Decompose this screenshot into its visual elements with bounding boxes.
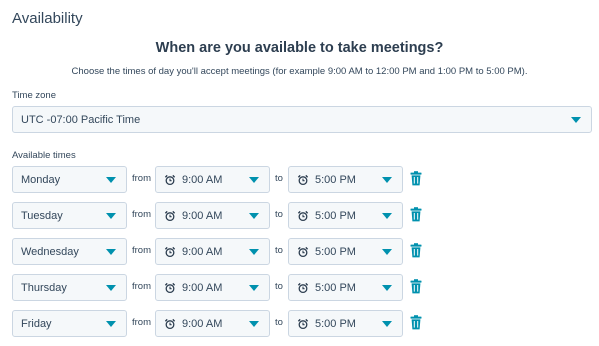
trash-icon[interactable] [410,243,422,258]
alarm-clock-icon [164,318,176,330]
timezone-value: UTC -07:00 Pacific Time [21,113,141,126]
alarm-clock-icon [297,318,309,330]
end-time-value: 5:00 PM [315,281,356,294]
start-time-select[interactable]: 9:00 AM [155,166,270,193]
available-times-label: Available times [12,150,76,161]
alarm-clock-icon [164,174,176,186]
chevron-down-icon [382,212,392,219]
availability-row: Monday from 9:00 AM to 5:00 PM [0,166,599,193]
chevron-down-icon [249,212,259,219]
day-value: Tuesday [21,209,63,222]
availability-row: Thursday from 9:00 AM to 5:00 PM [0,274,599,301]
day-value: Thursday [21,281,67,294]
day-select[interactable]: Friday [12,310,127,337]
chevron-down-icon [106,176,116,183]
day-select[interactable]: Wednesday [12,238,127,265]
section-title: Availability [12,10,83,27]
start-time-value: 9:00 AM [182,281,223,294]
alarm-clock-icon [164,246,176,258]
trash-icon[interactable] [410,171,422,186]
from-label: from [132,281,151,292]
page-subtext: Choose the times of day you'll accept me… [71,66,528,77]
start-time-value: 9:00 AM [182,209,223,222]
availability-row: Tuesday from 9:00 AM to 5:00 PM [0,202,599,229]
from-label: from [132,317,151,328]
trash-icon[interactable] [410,279,422,294]
timezone-label: Time zone [12,90,56,101]
start-time-select[interactable]: 9:00 AM [155,310,270,337]
to-label: to [275,245,283,256]
end-time-select[interactable]: 5:00 PM [288,310,403,337]
day-select[interactable]: Tuesday [12,202,127,229]
to-label: to [275,281,283,292]
chevron-down-icon [571,116,581,123]
to-label: to [275,209,283,220]
timezone-select[interactable]: UTC -07:00 Pacific Time [12,106,592,133]
availability-row: Friday from 9:00 AM to 5:00 PM [0,310,599,337]
day-value: Wednesday [21,245,79,258]
availability-row: Wednesday from 9:00 AM to 5:00 PM [0,238,599,265]
day-select[interactable]: Monday [12,166,127,193]
to-label: to [275,317,283,328]
chevron-down-icon [382,248,392,255]
from-label: from [132,209,151,220]
chevron-down-icon [106,284,116,291]
chevron-down-icon [106,248,116,255]
end-time-value: 5:00 PM [315,173,356,186]
trash-icon[interactable] [410,315,422,330]
trash-icon[interactable] [410,207,422,222]
end-time-value: 5:00 PM [315,209,356,222]
end-time-value: 5:00 PM [315,245,356,258]
start-time-select[interactable]: 9:00 AM [155,238,270,265]
end-time-select[interactable]: 5:00 PM [288,202,403,229]
from-label: from [132,173,151,184]
alarm-clock-icon [164,282,176,294]
day-select[interactable]: Thursday [12,274,127,301]
start-time-value: 9:00 AM [182,317,223,330]
chevron-down-icon [106,212,116,219]
chevron-down-icon [106,320,116,327]
end-time-value: 5:00 PM [315,317,356,330]
start-time-select[interactable]: 9:00 AM [155,274,270,301]
chevron-down-icon [249,248,259,255]
start-time-select[interactable]: 9:00 AM [155,202,270,229]
chevron-down-icon [382,176,392,183]
alarm-clock-icon [297,174,309,186]
alarm-clock-icon [297,282,309,294]
chevron-down-icon [249,320,259,327]
chevron-down-icon [382,320,392,327]
end-time-select[interactable]: 5:00 PM [288,238,403,265]
alarm-clock-icon [164,210,176,222]
to-label: to [275,173,283,184]
start-time-value: 9:00 AM [182,245,223,258]
chevron-down-icon [249,176,259,183]
chevron-down-icon [249,284,259,291]
start-time-value: 9:00 AM [182,173,223,186]
chevron-down-icon [382,284,392,291]
day-value: Monday [21,173,61,186]
day-value: Friday [21,317,52,330]
end-time-select[interactable]: 5:00 PM [288,274,403,301]
alarm-clock-icon [297,210,309,222]
end-time-select[interactable]: 5:00 PM [288,166,403,193]
from-label: from [132,245,151,256]
page-heading: When are you available to take meetings? [155,40,444,56]
alarm-clock-icon [297,246,309,258]
